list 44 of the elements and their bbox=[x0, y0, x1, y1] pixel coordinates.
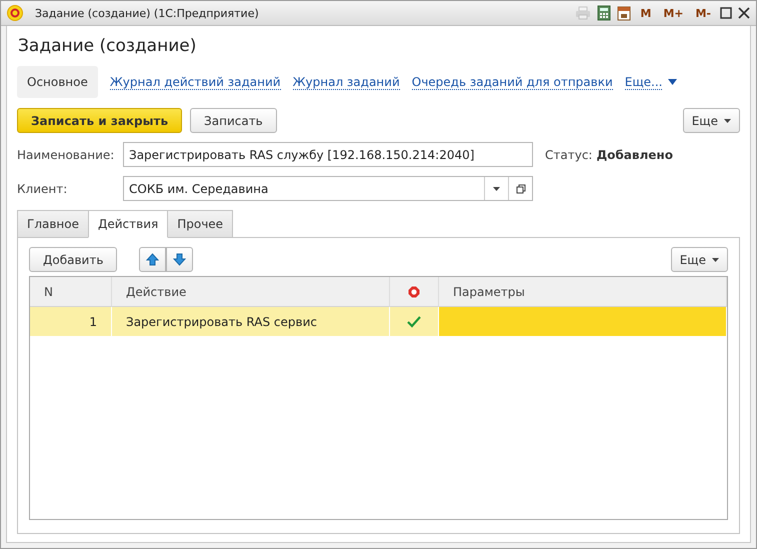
add-button[interactable]: Добавить bbox=[29, 247, 118, 272]
up-arrow-icon bbox=[146, 253, 160, 266]
more-button[interactable]: Еще bbox=[682, 108, 740, 133]
column-header[interactable]: N bbox=[30, 277, 112, 307]
calendar-icon bbox=[617, 5, 632, 21]
nav-link[interactable]: Основное bbox=[17, 66, 98, 98]
client-field[interactable]: СОКБ им. Середавина bbox=[123, 176, 533, 201]
tab[interactable]: Главное bbox=[17, 210, 89, 238]
window-title: Задание (создание) (1С:Предприятие) bbox=[35, 6, 260, 20]
memory-button[interactable]: M- bbox=[692, 6, 714, 20]
save-button[interactable]: Записать bbox=[190, 108, 277, 133]
caret-icon bbox=[668, 79, 678, 85]
maximize-icon[interactable] bbox=[720, 7, 732, 19]
caret-icon bbox=[712, 258, 719, 262]
tab[interactable]: Прочее bbox=[167, 210, 234, 238]
table-cell: 1 bbox=[30, 307, 112, 336]
field-label: Клиент: bbox=[17, 182, 68, 196]
status-label: Статус: bbox=[545, 148, 592, 162]
app-logo-icon bbox=[7, 5, 23, 21]
more-button[interactable]: Еще bbox=[670, 247, 728, 272]
stop-sign-icon bbox=[408, 286, 420, 298]
caret-icon bbox=[724, 118, 731, 122]
memory-button[interactable]: M+ bbox=[660, 6, 686, 20]
form-title: Задание (создание) bbox=[18, 36, 198, 56]
tab[interactable]: Действия bbox=[88, 210, 168, 238]
nav-link[interactable]: Журнал заданий bbox=[292, 74, 400, 90]
name-field[interactable]: Зарегистрировать RAS службу [192.168.150.214:2040] bbox=[123, 142, 533, 167]
open-icon bbox=[516, 184, 526, 194]
column-header[interactable]: Действие bbox=[112, 277, 390, 307]
move-up-button[interactable] bbox=[139, 247, 166, 272]
down-arrow-icon bbox=[173, 253, 186, 266]
nav-link[interactable]: Журнал действий заданий bbox=[110, 74, 281, 90]
more-menu-link[interactable]: Еще... bbox=[624, 74, 662, 90]
save-and-close-button[interactable]: Записать и закрыть bbox=[17, 108, 182, 133]
close-icon[interactable] bbox=[738, 7, 750, 19]
calculator-icon bbox=[597, 5, 612, 21]
memory-button[interactable]: M bbox=[637, 6, 654, 20]
nav-link[interactable]: Очередь заданий для отправки bbox=[412, 74, 613, 90]
move-down-button[interactable] bbox=[166, 247, 194, 272]
field-label: Наименование: bbox=[17, 148, 115, 162]
column-header[interactable]: Параметры bbox=[439, 277, 727, 307]
status-value: Добавлено bbox=[596, 148, 673, 162]
dropdown-icon bbox=[493, 186, 500, 190]
table-cell: Зарегистрировать RAS сервис bbox=[112, 307, 390, 336]
